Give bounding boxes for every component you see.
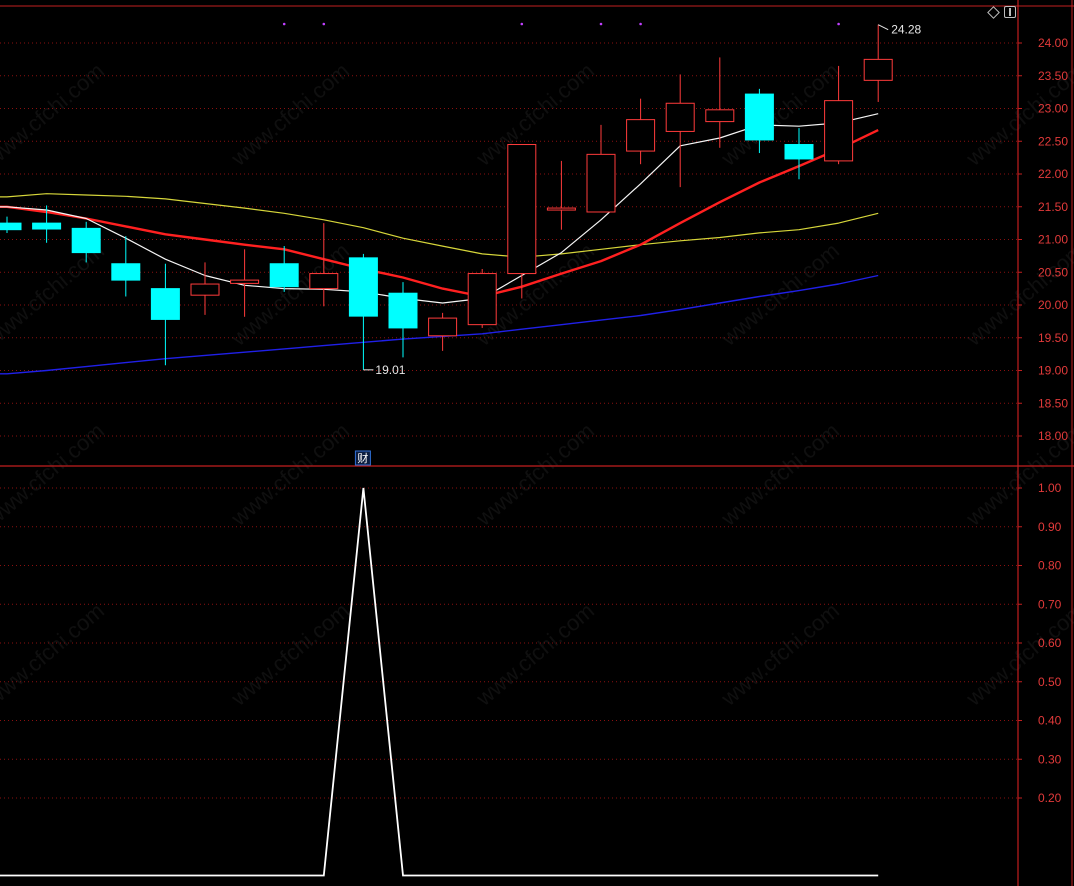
candle[interactable] [111,236,141,297]
candle-body [824,100,854,162]
candle-body [665,102,695,132]
candle[interactable] [190,262,220,315]
signal-dot-marker [520,22,524,26]
candle-body [428,317,458,337]
low-price-label: 19.01 [375,363,405,377]
watermark-text: www.cfchi.com [471,418,599,531]
watermark-text: www.cfchi.com [0,598,109,711]
price-tick-label: 23.50 [1038,69,1068,83]
indicator-tick-label: 0.50 [1038,675,1062,689]
candle-body [705,109,735,123]
price-tick-label: 22.50 [1038,134,1068,148]
price-tick-label: 20.00 [1038,298,1068,312]
candle[interactable] [784,128,814,180]
watermark-text: www.cfchi.com [0,238,109,351]
watermark-text: www.cfchi.com [226,598,354,711]
watermark-text: www.cfchi.com [0,418,109,531]
indicator-tick-label: 0.90 [1038,520,1062,534]
diamond-icon[interactable] [987,5,1000,19]
candle[interactable] [586,124,616,213]
candle-body [744,93,774,141]
candle-body [507,144,537,275]
indicator-tick-label: 0.40 [1038,714,1062,728]
signal-dot-marker [282,22,286,26]
price-tick-label: 21.00 [1038,233,1068,247]
price-tick-label: 19.50 [1038,331,1068,345]
candle-body [586,153,616,213]
candle-body [190,283,220,296]
candle[interactable] [348,253,378,370]
price-tick-label: 18.50 [1038,396,1068,410]
candle[interactable] [428,312,458,351]
price-tick-label: 23.00 [1038,102,1068,116]
signal-dot-marker [599,22,603,26]
candle[interactable] [0,216,22,233]
candle-body [32,222,62,230]
high-price-label: 24.28 [891,23,921,37]
candle[interactable] [467,268,497,328]
candle-body [150,288,180,320]
candle-body [0,222,22,231]
candle-body [230,279,260,284]
candle-body [269,263,299,288]
candle-body [71,227,101,254]
top-toolbar [987,5,1016,19]
watermark-text: www.cfchi.com [0,58,109,171]
candlestick-chart[interactable]: www.cfchi.com www.cfchi.com www.cfchi.com w… [0,0,1074,886]
candle-body [626,119,656,152]
signal-dot-marker [639,22,642,26]
candle[interactable] [507,144,537,299]
candle-body [784,144,814,160]
watermark-text: www.cfchi.com [716,418,844,531]
candle[interactable] [150,263,180,366]
watermark-text: www.cfchi.com [716,238,844,351]
ma-line-yellow [0,193,879,258]
candle[interactable] [546,160,576,230]
price-tick-label: 21.50 [1038,200,1068,214]
stock-chart-window: www.cfchi.com www.cfchi.com www.cfchi.com w… [0,0,1074,886]
price-tick-label: 22.00 [1038,167,1068,181]
indicator-tick-label: 0.30 [1038,752,1062,766]
watermark-text: www.cfchi.com [226,418,354,531]
price-tick-label: 20.50 [1038,265,1068,279]
candle-body [467,273,497,326]
signal-dot-marker [837,22,840,26]
indicator-tick-label: 1.00 [1038,481,1062,495]
price-tick-label: 24.00 [1038,36,1068,50]
candle-body [546,207,576,211]
candle[interactable] [665,74,695,188]
candle[interactable] [230,249,260,317]
candle-body [111,263,141,281]
indicator-tick-label: 0.70 [1038,597,1062,611]
finance-marker-label: 财 [357,451,368,465]
candle-body [863,58,893,81]
candle[interactable] [388,282,418,358]
watermark-text: www.cfchi.com [961,598,1074,711]
watermark-text: www.cfchi.com [716,598,844,711]
candle-body [348,257,378,317]
indicator-tick-label: 0.80 [1038,559,1062,573]
price-tick-label: 18.00 [1038,429,1068,443]
watermark-text: www.cfchi.com [226,58,354,171]
indicator-tick-label: 0.60 [1038,636,1062,650]
watermark-text: www.cfchi.com [471,598,599,711]
panel-icon[interactable] [1004,6,1016,18]
candle[interactable] [626,98,656,165]
candle-body [388,292,418,329]
candle-body [309,273,339,290]
candle[interactable] [863,24,893,102]
signal-dot-marker [322,22,326,26]
high-pointer [877,24,889,31]
price-tick-label: 19.00 [1038,364,1068,378]
indicator-tick-label: 0.20 [1038,791,1062,805]
